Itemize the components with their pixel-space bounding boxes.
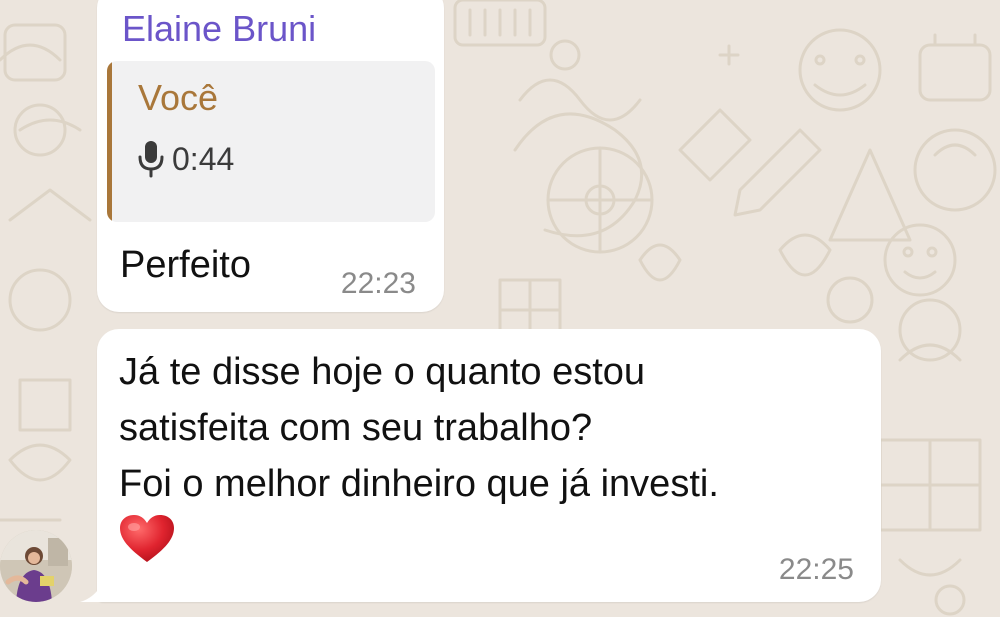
message-bubble-incoming[interactable]: Elaine Bruni Você 0:44 Perfeito 22:23 <box>97 0 444 312</box>
microphone-icon <box>138 141 164 178</box>
bubble-tail <box>80 584 110 602</box>
avatar[interactable] <box>0 530 72 602</box>
message-text: Já te disse hoje o quanto estou satisfei… <box>119 344 719 512</box>
message-line: Já te disse hoje o quanto estou <box>119 351 646 393</box>
avatar-photo <box>0 530 72 602</box>
heart-emoji <box>120 515 174 562</box>
quote-author: Você <box>138 77 219 118</box>
sender-name[interactable]: Elaine Bruni <box>122 8 316 50</box>
audio-duration: 0:44 <box>172 140 235 177</box>
quote-accent-bar <box>107 61 112 222</box>
message-text: Perfeito <box>120 244 251 286</box>
message-time: 22:25 <box>778 553 854 586</box>
quote-audio: 0:44 <box>138 137 234 181</box>
message-line: satisfeita com seu trabalho? <box>119 407 593 449</box>
message-line: Foi o melhor dinheiro que já investi. <box>119 463 719 505</box>
message-bubble-incoming[interactable]: Já te disse hoje o quanto estou satisfei… <box>97 329 881 602</box>
quoted-reply[interactable]: Você 0:44 <box>107 61 435 222</box>
message-time: 22:23 <box>340 267 416 300</box>
